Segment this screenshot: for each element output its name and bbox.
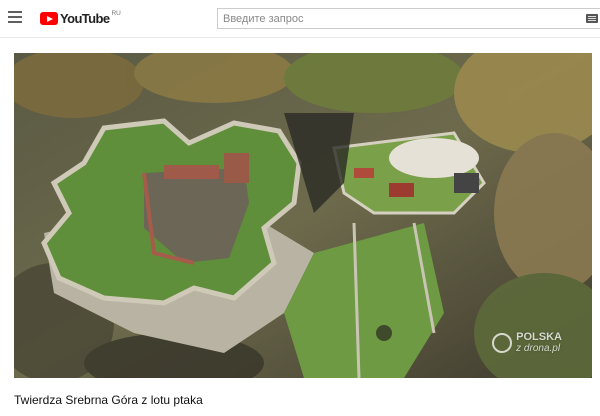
watermark-logo-icon [492, 333, 513, 353]
search-input[interactable] [218, 9, 568, 29]
keyboard-icon[interactable] [586, 14, 598, 23]
video-player[interactable]: POLSKA z drona.pl [14, 53, 592, 378]
logo-text: YouTube [60, 11, 110, 26]
watermark-sub-text: z drona.pl [516, 343, 561, 354]
channel-watermark: POLSKA z drona.pl [492, 332, 562, 354]
watermark-main-text: POLSKA [516, 331, 562, 343]
youtube-logo[interactable]: YouTube RU [40, 10, 121, 28]
menu-icon[interactable] [8, 11, 22, 23]
youtube-play-icon [40, 12, 58, 25]
region-code: RU [111, 10, 121, 17]
top-bar: YouTube RU [0, 0, 600, 38]
video-frame [14, 53, 592, 378]
video-title: Twierdza Srebrna Góra z lotu ptaka [14, 393, 203, 407]
search-box [217, 8, 600, 29]
